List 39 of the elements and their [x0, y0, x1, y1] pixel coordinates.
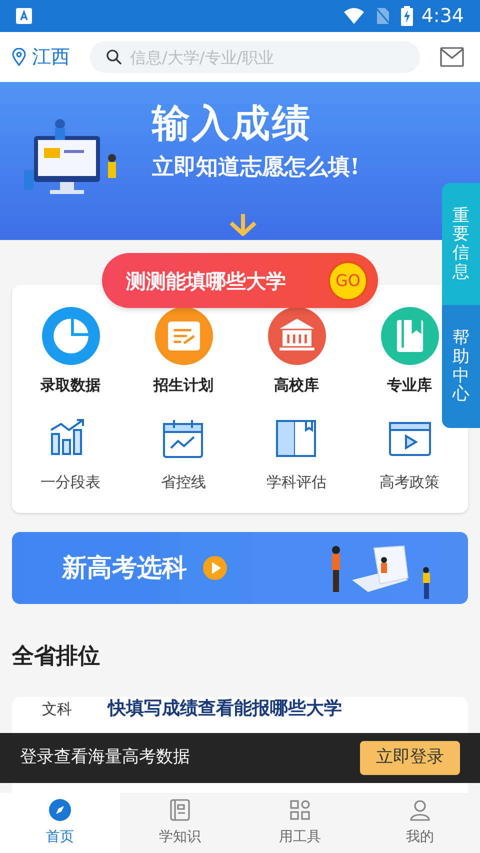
- help-center-tab[interactable]: 帮助中心: [442, 305, 480, 428]
- person-icon: [409, 798, 431, 820]
- mail-icon[interactable]: [440, 47, 464, 67]
- test-universities-button[interactable]: 测测能填哪些大学 GO: [102, 253, 378, 308]
- banner-title: 输入成绩: [152, 104, 313, 142]
- play-icon: [203, 556, 227, 580]
- location-pin-icon[interactable]: [12, 48, 26, 66]
- status-time: 4:34: [421, 4, 464, 29]
- shortcut-label[interactable]: 录取数据: [40, 374, 100, 396]
- shortcut-label[interactable]: 高校库: [274, 374, 319, 396]
- search-field[interactable]: 信息/大学/专业/职业: [90, 41, 420, 73]
- pie-chart-icon[interactable]: [42, 307, 100, 365]
- login-prompt-text: 登录查看海量高考数据: [20, 746, 191, 770]
- no-sim-icon: [375, 7, 392, 25]
- shortcut-label[interactable]: 招生计划: [154, 374, 214, 396]
- track-label: 文科: [42, 699, 72, 719]
- tool-label[interactable]: 学科评估: [266, 470, 326, 493]
- rank-prompt[interactable]: 快填写成绩查看能报哪些大学: [108, 699, 342, 719]
- down-arrow-icon: [228, 214, 258, 236]
- banner-subtitle: 立即知道志愿怎么填!: [152, 156, 360, 178]
- shortcut-label[interactable]: 专业库: [387, 374, 432, 396]
- app-notification-icon: [16, 8, 32, 24]
- compass-icon: [49, 798, 71, 820]
- section-title: 全省排位: [10, 643, 101, 671]
- go-badge: GO: [328, 260, 368, 300]
- location-label[interactable]: 江西: [32, 42, 70, 72]
- document-icon[interactable]: [154, 307, 212, 365]
- tool-label[interactable]: 省控线: [161, 470, 206, 493]
- tool-label[interactable]: 一分段表: [40, 470, 100, 493]
- battery-charging-icon: [401, 6, 414, 26]
- notebook-icon: [169, 798, 191, 820]
- wifi-icon: [343, 7, 366, 25]
- building-icon[interactable]: [268, 307, 326, 365]
- grid-icon: [289, 798, 311, 820]
- search-icon: [106, 49, 122, 65]
- login-button[interactable]: 立即登录: [360, 741, 460, 775]
- tool-label[interactable]: 高考政策: [380, 470, 440, 493]
- subject-banner-title: 新高考选科: [62, 552, 187, 584]
- nav-tab[interactable]: 首页: [0, 793, 120, 853]
